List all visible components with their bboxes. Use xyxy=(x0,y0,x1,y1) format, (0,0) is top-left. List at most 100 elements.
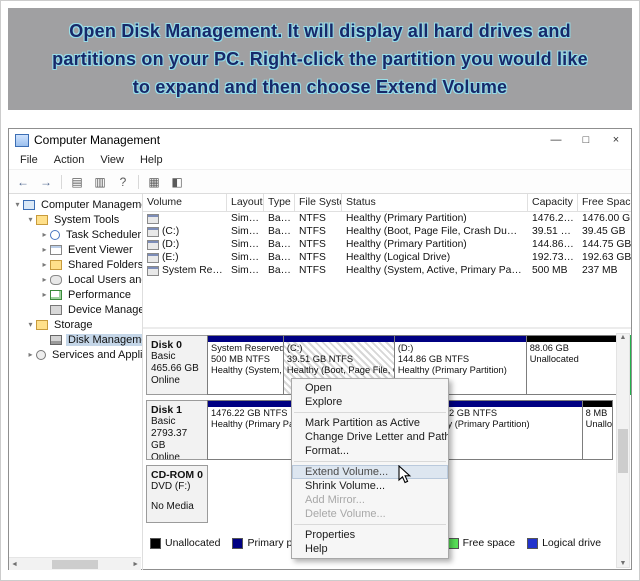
menu-item-extend-volume[interactable]: Extend Volume... xyxy=(292,465,448,479)
disk-0-label[interactable]: Disk 0 Basic 465.66 GB Online xyxy=(146,335,208,395)
menu-file[interactable]: File xyxy=(12,152,46,168)
column-header-status[interactable]: Status xyxy=(342,194,528,211)
chevron-collapsed-icon[interactable] xyxy=(39,245,50,254)
volume-name: (D:) xyxy=(162,239,179,250)
chevron-collapsed-icon[interactable] xyxy=(39,290,50,299)
volume-fs: NTFS xyxy=(299,239,326,250)
volume-fs: NTFS xyxy=(299,265,326,276)
scroll-left-arrow-icon[interactable]: ◄ xyxy=(11,561,18,568)
tree-item-task-scheduler[interactable]: Task Scheduler xyxy=(9,227,142,242)
volume-type: Basic xyxy=(268,226,291,237)
volume-free: 192.63 GB xyxy=(582,252,631,263)
window-controls: — □ × xyxy=(541,129,631,151)
title-bar: Computer Management — □ × xyxy=(9,129,631,151)
tree-item-device-manager[interactable]: Device Manager xyxy=(9,302,142,317)
computer-management-icon xyxy=(15,134,29,147)
partition-system-reserved[interactable]: System Reserved 500 MB NTFS Healthy (Sys… xyxy=(207,335,284,395)
volume-list: Volume Layout Type File System Status Ca… xyxy=(143,194,631,329)
tree-item-system-tools[interactable]: System Tools xyxy=(9,212,142,227)
show-console-tree-icon[interactable]: ▤ xyxy=(69,175,85,189)
column-header-capacity[interactable]: Capacity xyxy=(528,194,578,211)
tree-item-event-viewer[interactable]: Event Viewer xyxy=(9,242,142,257)
shared-folders-icon xyxy=(50,260,62,270)
column-header-layout[interactable]: Layout xyxy=(227,194,264,211)
chevron-expanded-icon[interactable] xyxy=(12,200,23,209)
chevron-collapsed-icon[interactable] xyxy=(39,275,50,284)
back-icon[interactable]: ← xyxy=(15,175,31,189)
close-button[interactable]: × xyxy=(601,129,631,151)
cdrom-label[interactable]: CD-ROM 0 DVD (F:) No Media xyxy=(146,465,208,523)
tree-item-local-users-and-groups[interactable]: Local Users and Groups xyxy=(9,272,142,287)
menu-item-explore[interactable]: Explore xyxy=(292,395,448,409)
menu-item-properties[interactable]: Properties xyxy=(292,528,448,542)
services-icon xyxy=(36,350,46,360)
menu-item-help[interactable]: Help xyxy=(292,542,448,556)
task-scheduler-icon xyxy=(50,230,60,240)
column-header-file-system[interactable]: File System xyxy=(295,194,342,211)
tree-item-label: Disk Management xyxy=(66,334,142,346)
partition-status: Healthy (System, Active, Primary Partiti… xyxy=(211,365,280,376)
menu-item-open[interactable]: Open xyxy=(292,381,448,395)
chevron-collapsed-icon[interactable] xyxy=(25,350,36,359)
cdrom-kind: DVD (F:) xyxy=(151,481,203,493)
menu-action[interactable]: Action xyxy=(46,152,93,168)
maximize-button[interactable]: □ xyxy=(571,129,601,151)
help-icon[interactable]: ? xyxy=(115,175,131,189)
device-manager-icon xyxy=(50,305,62,315)
disk-1-label[interactable]: Disk 1 Basic 2793.37 GB Online xyxy=(146,400,208,460)
export-list-icon[interactable]: ▥ xyxy=(92,175,108,189)
volume-row[interactable]: (C:) Simple Basic NTFS Healthy (Boot, Pa… xyxy=(143,225,631,238)
scroll-up-arrow-icon[interactable]: ▲ xyxy=(620,334,627,341)
graphical-view-icon[interactable]: ◧ xyxy=(169,175,185,189)
menu-item-delete-volume: Delete Volume... xyxy=(292,507,448,521)
menu-item-format[interactable]: Format... xyxy=(292,444,448,458)
partition-unallocated[interactable]: 88.06 GB Unallocated xyxy=(526,335,631,395)
menu-item-shrink-volume[interactable]: Shrink Volume... xyxy=(292,479,448,493)
chevron-expanded-icon[interactable] xyxy=(25,320,36,329)
logical-drive-swatch-icon xyxy=(527,538,538,549)
tree-item-computer-management[interactable]: Computer Management (Local xyxy=(9,197,142,212)
volume-type: Basic xyxy=(268,213,291,224)
partition-disk1-unallocated[interactable]: 8 MB Unallocated xyxy=(582,400,613,460)
column-header-free-space[interactable]: Free Space xyxy=(578,194,631,211)
volume-capacity: 1476.22 GB xyxy=(532,213,574,224)
tree-item-shared-folders[interactable]: Shared Folders xyxy=(9,257,142,272)
tree-item-label: Task Scheduler xyxy=(64,229,142,241)
volume-icon xyxy=(147,240,159,250)
tree-item-disk-management[interactable]: Disk Management xyxy=(9,332,142,347)
scrollbar-thumb[interactable] xyxy=(618,429,628,473)
menu-item-change-drive-letter[interactable]: Change Drive Letter and Paths... xyxy=(292,430,448,444)
volume-row[interactable]: (E:) Simple Basic NTFS Healthy (Logical … xyxy=(143,251,631,264)
volume-row[interactable]: System Reserved Simple Basic NTFS Health… xyxy=(143,264,631,277)
minimize-button[interactable]: — xyxy=(541,129,571,151)
chevron-collapsed-icon[interactable] xyxy=(39,260,50,269)
tree-item-services-and-applications[interactable]: Services and Applications xyxy=(9,347,142,362)
menu-separator xyxy=(294,461,446,462)
forward-icon[interactable]: → xyxy=(38,175,54,189)
scrollbar-thumb[interactable] xyxy=(52,560,98,569)
menu-view[interactable]: View xyxy=(92,152,132,168)
folder-icon xyxy=(36,215,48,225)
volume-type: Basic xyxy=(268,265,291,276)
chevron-collapsed-icon[interactable] xyxy=(39,230,50,239)
menu-separator xyxy=(294,524,446,525)
scroll-down-arrow-icon[interactable]: ▼ xyxy=(620,560,627,567)
tree-horizontal-scrollbar[interactable]: ◄ ► xyxy=(9,557,141,570)
tree-item-storage[interactable]: Storage xyxy=(9,317,142,332)
scroll-right-arrow-icon[interactable]: ► xyxy=(132,561,139,568)
tree-item-performance[interactable]: Performance xyxy=(9,287,142,302)
column-header-volume[interactable]: Volume xyxy=(143,194,227,211)
volume-type: Basic xyxy=(268,239,291,250)
disk-list-view-icon[interactable]: ▦ xyxy=(146,175,162,189)
volume-row[interactable]: Simple Basic NTFS Healthy (Primary Parti… xyxy=(143,212,631,225)
cdrom-status: No Media xyxy=(151,501,203,513)
vertical-scrollbar[interactable]: ▲ ▼ xyxy=(616,333,630,568)
volume-row[interactable]: (D:) Simple Basic NTFS Healthy (Primary … xyxy=(143,238,631,251)
menu-help[interactable]: Help xyxy=(132,152,171,168)
volume-fs: NTFS xyxy=(299,213,326,224)
column-header-type[interactable]: Type xyxy=(264,194,295,211)
toolbar-separator xyxy=(61,175,62,189)
chevron-expanded-icon[interactable] xyxy=(25,215,36,224)
instruction-banner: Open Disk Management. It will display al… xyxy=(8,8,632,110)
menu-item-mark-partition-as-active[interactable]: Mark Partition as Active xyxy=(292,416,448,430)
